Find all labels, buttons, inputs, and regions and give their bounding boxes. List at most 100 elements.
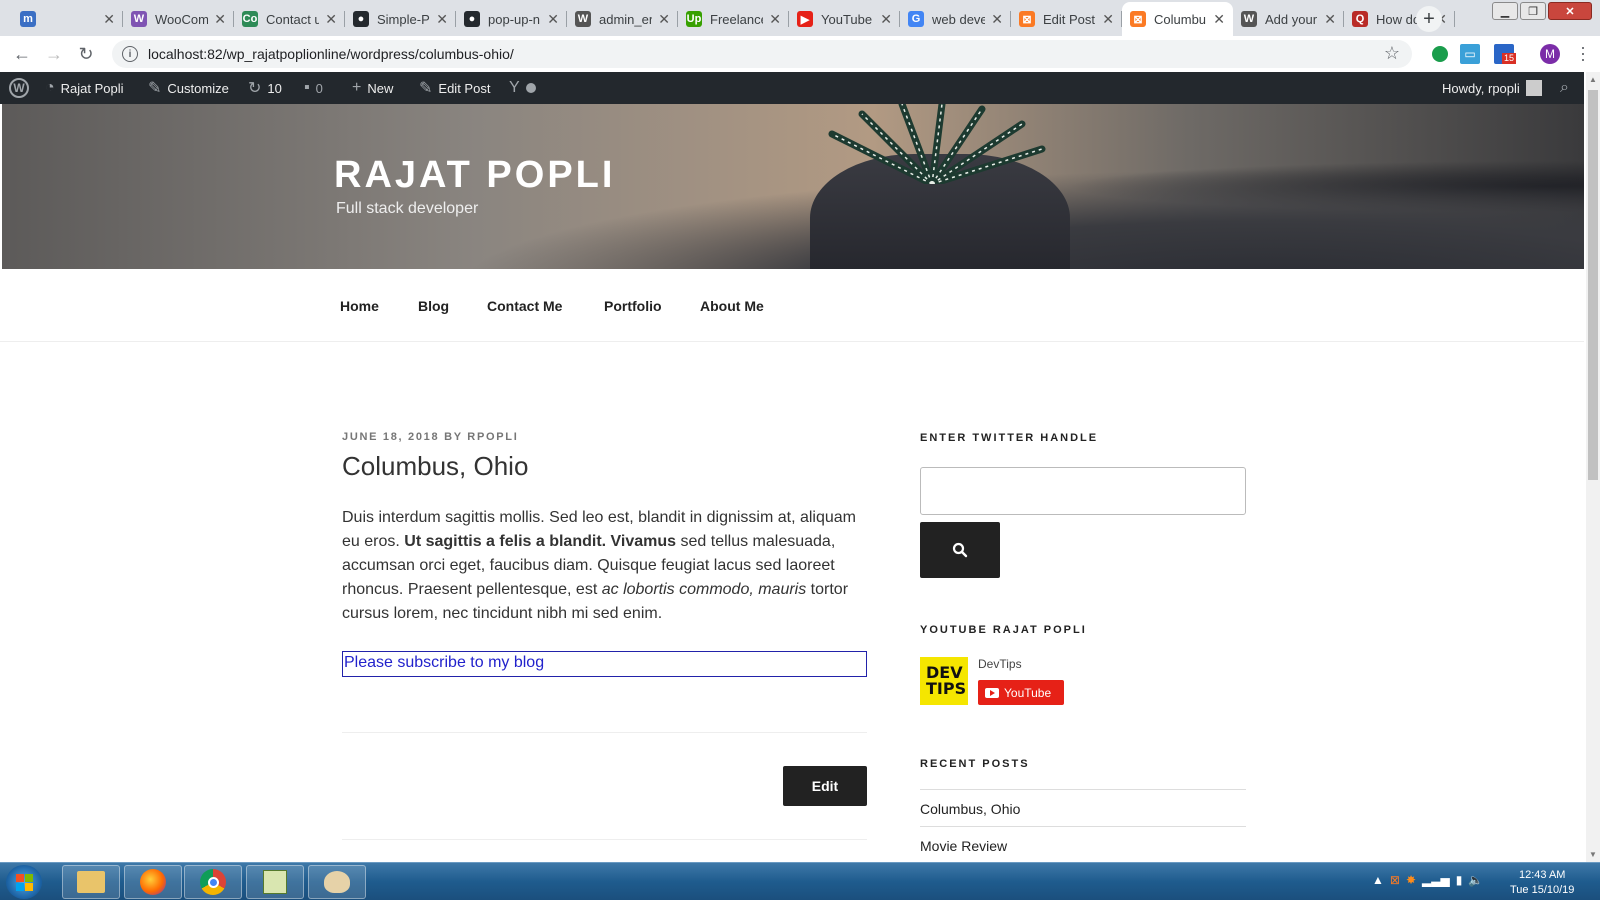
profile-avatar[interactable]: M: [1540, 44, 1560, 64]
show-hidden-icons[interactable]: ▲: [1372, 873, 1384, 887]
taskbar-clock[interactable]: 12:43 AM Tue 15/10/19: [1510, 868, 1574, 898]
github-icon: ●: [353, 11, 369, 27]
extension-icon[interactable]: ▭: [1460, 44, 1480, 64]
browser-tab[interactable]: W Add your ✕: [1233, 4, 1344, 34]
restore-button[interactable]: ❐: [1520, 2, 1546, 20]
close-tab-icon[interactable]: ✕: [1102, 11, 1114, 28]
browser-tab[interactable]: ● pop-up-n ✕: [456, 4, 567, 34]
reload-icon[interactable]: ↻: [74, 42, 98, 66]
system-tray: ▲ ⊠ ✸ ▂▃▅ ▮ 🔈: [1372, 873, 1483, 887]
close-tab-icon[interactable]: ✕: [880, 11, 892, 28]
browser-tab[interactable]: W WooCom ✕: [123, 4, 234, 34]
close-tab-icon[interactable]: ✕: [325, 11, 337, 28]
recent-post-link[interactable]: Columbus, Ohio: [920, 801, 1020, 817]
twitter-handle-input[interactable]: [920, 467, 1246, 515]
xampp-tray-icon[interactable]: ⊠: [1390, 873, 1400, 887]
info-icon[interactable]: i: [122, 46, 138, 62]
admin-search-icon[interactable]: ⌕: [1560, 72, 1569, 104]
back-icon[interactable]: ←: [10, 42, 34, 66]
scroll-down-icon[interactable]: ▼: [1589, 850, 1597, 859]
browser-tab[interactable]: Gweb deve ✕: [900, 4, 1011, 34]
close-tab-icon[interactable]: ✕: [103, 11, 115, 28]
browser-tab[interactable]: m ✕: [12, 4, 123, 34]
browser-menu-icon[interactable]: · · ·: [1578, 38, 1588, 68]
browser-tab[interactable]: ▶ YouTube ✕: [789, 4, 900, 34]
my-account-link[interactable]: Howdy, rpopli: [1442, 72, 1542, 104]
admin-site-link[interactable]: ◔ Rajat Popli: [45, 72, 124, 104]
close-window-button[interactable]: ✕: [1548, 2, 1592, 20]
close-tab-icon[interactable]: ✕: [1213, 11, 1225, 28]
new-content-link[interactable]: + New: [352, 72, 393, 104]
close-tab-icon[interactable]: ✕: [436, 11, 448, 28]
close-tab-icon[interactable]: ✕: [214, 11, 226, 28]
volume-icon[interactable]: 🔈: [1468, 873, 1483, 887]
close-tab-icon[interactable]: ✕: [1324, 11, 1336, 28]
calendar-extension-icon[interactable]: 15: [1494, 44, 1517, 64]
customize-link[interactable]: ✎ Customize: [148, 72, 229, 104]
close-tab-icon[interactable]: ✕: [769, 11, 781, 28]
scrollbar-thumb[interactable]: [1588, 90, 1598, 480]
page-scrollbar[interactable]: ▲ ▼: [1586, 72, 1600, 862]
close-tab-icon[interactable]: ✕: [658, 11, 670, 28]
divider: [342, 732, 867, 733]
site-title[interactable]: RAJAT POPLI: [334, 154, 615, 197]
search-button[interactable]: [920, 522, 1000, 578]
url-input[interactable]: i localhost:82/wp_rajatpoplionline/wordp…: [112, 40, 1412, 68]
youtube-subscribe-button[interactable]: YouTube: [978, 680, 1064, 705]
main-navigation: Home Blog Contact Me Portfolio About Me: [0, 270, 1584, 342]
browser-tab[interactable]: Wadmin_er ✕: [567, 4, 678, 34]
nav-item-portfolio[interactable]: Portfolio: [604, 298, 662, 314]
start-button[interactable]: [6, 865, 42, 899]
firefox-tray-icon[interactable]: ✸: [1406, 873, 1416, 887]
minimize-button[interactable]: ▁: [1492, 2, 1518, 20]
recent-post-link[interactable]: Movie Review: [920, 838, 1007, 854]
nav-item-home[interactable]: Home: [340, 298, 379, 314]
subscribe-link[interactable]: Please subscribe to my blog: [342, 651, 867, 677]
browser-tab[interactable]: ⊠ Columbu ✕: [1122, 2, 1233, 36]
browser-tab[interactable]: Co Contact u ✕: [234, 4, 345, 34]
browser-tab[interactable]: ⊠ Edit Post ✕: [1011, 4, 1122, 34]
m-icon: m: [20, 11, 36, 27]
file-explorer-taskbar-button[interactable]: [62, 865, 120, 899]
tab-separator: [1343, 11, 1344, 27]
youtube-button-label: YouTube: [1004, 685, 1052, 700]
browser-tab[interactable]: Up Freelance ✕: [678, 4, 789, 34]
hangouts-extension-icon[interactable]: [1432, 46, 1448, 62]
close-tab-icon[interactable]: ✕: [991, 11, 1003, 28]
firefox-taskbar-button[interactable]: [124, 865, 182, 899]
power-icon[interactable]: ▮: [1456, 873, 1463, 887]
updates-link[interactable]: ↻ 10: [248, 72, 282, 104]
bookmark-star-icon[interactable]: ☆: [1384, 43, 1400, 64]
nav-item-blog[interactable]: Blog: [418, 298, 449, 314]
edit-post-link[interactable]: ✎ Edit Post: [419, 72, 490, 104]
channel-logo[interactable]: DEV TIPS: [920, 657, 968, 705]
network-icon[interactable]: ▂▃▅: [1422, 873, 1450, 887]
channel-name[interactable]: DevTips: [978, 657, 1022, 671]
forward-icon[interactable]: →: [42, 42, 66, 66]
post-content: Duis interdum sagittis mollis. Sed leo e…: [342, 506, 872, 626]
browser-tab[interactable]: ● Simple-P ✕: [345, 4, 456, 34]
new-tab-button[interactable]: +: [1416, 6, 1442, 32]
tab-title: Edit Post: [1043, 11, 1096, 27]
nav-item-about-me[interactable]: About Me: [700, 298, 764, 314]
close-tab-icon[interactable]: ✕: [547, 11, 559, 28]
chrome-taskbar-button[interactable]: [184, 865, 242, 899]
nav-item-contact-me[interactable]: Contact Me: [487, 298, 562, 314]
paint-taskbar-button[interactable]: [308, 865, 366, 899]
wordpress-logo-icon[interactable]: W: [9, 72, 29, 104]
woocommerce-icon: W: [131, 11, 147, 27]
editor-taskbar-button[interactable]: [246, 865, 304, 899]
comments-link[interactable]: ▪ 0: [304, 72, 323, 104]
divider: [920, 789, 1246, 790]
comments-count: 0: [315, 80, 323, 96]
clock-date: Tue 15/10/19: [1510, 884, 1575, 896]
edit-button[interactable]: Edit: [783, 766, 867, 806]
admin-site-name: Rajat Popli: [60, 80, 124, 96]
yoast-seo-link[interactable]: Y: [509, 72, 536, 104]
tab-separator: [455, 11, 456, 27]
wp-admin-bar: W ◔ Rajat Popli ✎ Customize ↻ 10 ▪ 0 + N…: [0, 72, 1584, 104]
scroll-up-icon[interactable]: ▲: [1589, 75, 1597, 84]
post-text-italic: ac lobortis commodo, mauris: [601, 581, 807, 598]
dashboard-icon: ◔: [45, 79, 55, 96]
tab-title: Simple-P: [377, 11, 430, 27]
